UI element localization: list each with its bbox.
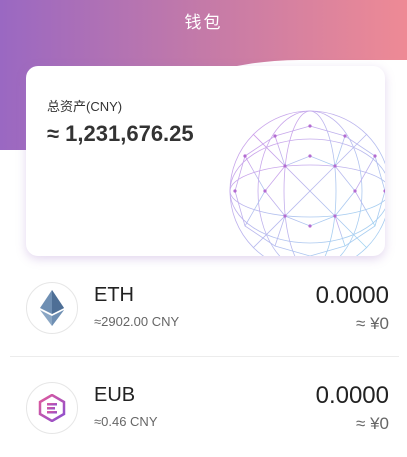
token-row-eth[interactable]: ETH ≈2902.00 CNY 0.0000 ≈ ¥0 — [10, 262, 399, 357]
eub-icon — [26, 382, 78, 434]
total-assets-label: 总资产(CNY) — [47, 99, 123, 114]
token-balance: 0.0000 — [315, 282, 389, 309]
token-row-eub[interactable]: EUB ≈0.46 CNY 0.0000 ≈ ¥0 — [10, 362, 399, 457]
token-value-cny: ≈ ¥0 — [356, 414, 389, 433]
token-price: ≈2902.00 CNY — [94, 314, 180, 329]
token-symbol: EUB — [94, 384, 136, 406]
page-title: 钱包 — [184, 13, 223, 32]
globe-network-icon — [229, 110, 385, 256]
ethereum-icon — [26, 282, 78, 334]
token-value-cny: ≈ ¥0 — [356, 314, 389, 333]
token-price: ≈0.46 CNY — [94, 414, 158, 429]
token-balance: 0.0000 — [315, 382, 389, 409]
total-assets-card[interactable]: 总资产(CNY) ≈ 1,231,676.25 — [26, 66, 385, 256]
token-symbol: ETH — [94, 284, 134, 306]
total-assets-value: ≈ 1,231,676.25 — [47, 121, 194, 146]
